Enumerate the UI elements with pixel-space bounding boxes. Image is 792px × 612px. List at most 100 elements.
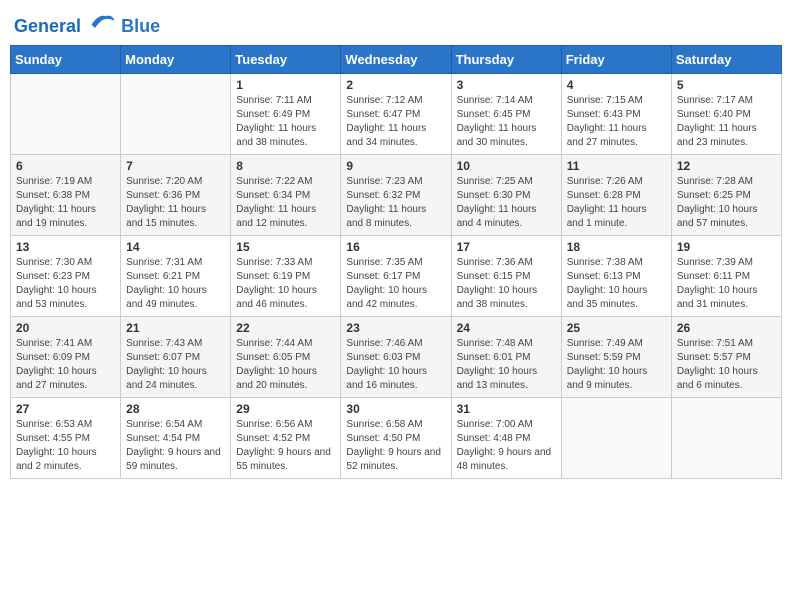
calendar-day-cell: 12 Sunrise: 7:28 AM Sunset: 6:25 PM Dayli… [671,155,781,236]
calendar-day-cell: 1Sunrise: 7:11 AM Sunset: 6:49 PM Daylig… [231,74,341,155]
day-detail: Sunrise: 7:51 AM Sunset: 5:57 PM Dayligh… [677,337,776,393]
calendar-day-cell: 20 Sunrise: 7:41 AM Sunset: 6:09 PM Dayli… [11,317,121,398]
logo-general: General [14,16,81,36]
day-number: 7 [126,159,225,173]
day-number: 30 [346,402,445,416]
logo: General Blue [14,10,160,37]
logo-text: General Blue [14,10,160,37]
day-number: 9 [346,159,445,173]
day-detail: Sunrise: 7:25 AM Sunset: 6:30 PM Dayligh… [457,175,556,231]
calendar-day-cell: 13 Sunrise: 7:30 AM Sunset: 6:23 PM Dayli… [11,236,121,317]
calendar-day-cell: 25 Sunrise: 7:49 AM Sunset: 5:59 PM Dayli… [561,317,671,398]
calendar-day-cell [11,74,121,155]
calendar-day-cell: 15Sunrise: 7:33 AM Sunset: 6:19 PM Dayli… [231,236,341,317]
calendar-week-row: 13 Sunrise: 7:30 AM Sunset: 6:23 PM Dayli… [11,236,782,317]
calendar-day-cell: 4 Sunrise: 7:15 AM Sunset: 6:43 PM Daylig… [561,74,671,155]
day-detail: Sunrise: 7:00 AM Sunset: 4:48 PM Dayligh… [457,418,556,474]
day-number: 27 [16,402,115,416]
calendar-day-cell: 3 Sunrise: 7:14 AM Sunset: 6:45 PM Daylig… [451,74,561,155]
calendar-weekday-header: Saturday [671,46,781,74]
day-detail: Sunrise: 7:31 AM Sunset: 6:21 PM Dayligh… [126,256,225,312]
day-number: 14 [126,240,225,254]
day-detail: Sunrise: 7:36 AM Sunset: 6:15 PM Dayligh… [457,256,556,312]
day-number: 17 [457,240,556,254]
calendar-day-cell [121,74,231,155]
calendar-day-cell: 6 Sunrise: 7:19 AM Sunset: 6:38 PM Daylig… [11,155,121,236]
day-detail: Sunrise: 6:53 AM Sunset: 4:55 PM Dayligh… [16,418,115,474]
calendar-day-cell: 27 Sunrise: 6:53 AM Sunset: 4:55 PM Dayli… [11,398,121,479]
day-detail: Sunrise: 6:54 AM Sunset: 4:54 PM Dayligh… [126,418,225,474]
calendar-day-cell [561,398,671,479]
day-detail: Sunrise: 7:49 AM Sunset: 5:59 PM Dayligh… [567,337,666,393]
calendar-day-cell [671,398,781,479]
day-number: 3 [457,78,556,92]
day-detail: Sunrise: 7:41 AM Sunset: 6:09 PM Dayligh… [16,337,115,393]
day-detail: Sunrise: 7:19 AM Sunset: 6:38 PM Dayligh… [16,175,115,231]
calendar-weekday-header: Thursday [451,46,561,74]
calendar-day-cell: 22 Sunrise: 7:44 AM Sunset: 6:05 PM Dayli… [231,317,341,398]
calendar-day-cell: 5Sunrise: 7:17 AM Sunset: 6:40 PM Daylig… [671,74,781,155]
calendar-week-row: 6 Sunrise: 7:19 AM Sunset: 6:38 PM Daylig… [11,155,782,236]
calendar-day-cell: 18Sunrise: 7:38 AM Sunset: 6:13 PM Dayli… [561,236,671,317]
day-detail: Sunrise: 7:30 AM Sunset: 6:23 PM Dayligh… [16,256,115,312]
calendar-day-cell: 26 Sunrise: 7:51 AM Sunset: 5:57 PM Dayli… [671,317,781,398]
day-number: 12 [677,159,776,173]
day-detail: Sunrise: 7:39 AM Sunset: 6:11 PM Dayligh… [677,256,776,312]
calendar-day-cell: 16 Sunrise: 7:35 AM Sunset: 6:17 PM Dayli… [341,236,451,317]
calendar-day-cell: 19 Sunrise: 7:39 AM Sunset: 6:11 PM Dayli… [671,236,781,317]
calendar-week-row: 1Sunrise: 7:11 AM Sunset: 6:49 PM Daylig… [11,74,782,155]
calendar-day-cell: 28 Sunrise: 6:54 AM Sunset: 4:54 PM Dayli… [121,398,231,479]
calendar-day-cell: 11 Sunrise: 7:26 AM Sunset: 6:28 PM Dayli… [561,155,671,236]
logo-blue: Blue [121,16,160,36]
day-detail: Sunrise: 7:26 AM Sunset: 6:28 PM Dayligh… [567,175,666,231]
day-detail: Sunrise: 7:43 AM Sunset: 6:07 PM Dayligh… [126,337,225,393]
calendar-weekday-header: Monday [121,46,231,74]
day-detail: Sunrise: 7:28 AM Sunset: 6:25 PM Dayligh… [677,175,776,231]
calendar-day-cell: 10 Sunrise: 7:25 AM Sunset: 6:30 PM Dayli… [451,155,561,236]
day-number: 20 [16,321,115,335]
day-number: 25 [567,321,666,335]
day-detail: Sunrise: 7:44 AM Sunset: 6:05 PM Dayligh… [236,337,335,393]
day-number: 6 [16,159,115,173]
day-detail: Sunrise: 6:58 AM Sunset: 4:50 PM Dayligh… [346,418,445,474]
day-number: 5 [677,78,776,92]
calendar-table: SundayMondayTuesdayWednesdayThursdayFrid… [10,45,782,479]
calendar-day-cell: 9 Sunrise: 7:23 AM Sunset: 6:32 PM Daylig… [341,155,451,236]
day-number: 11 [567,159,666,173]
day-detail: Sunrise: 7:14 AM Sunset: 6:45 PM Dayligh… [457,94,556,150]
day-number: 19 [677,240,776,254]
calendar-day-cell: 17 Sunrise: 7:36 AM Sunset: 6:15 PM Dayli… [451,236,561,317]
day-number: 15 [236,240,335,254]
day-number: 26 [677,321,776,335]
day-detail: Sunrise: 7:15 AM Sunset: 6:43 PM Dayligh… [567,94,666,150]
calendar-day-cell: 14 Sunrise: 7:31 AM Sunset: 6:21 PM Dayli… [121,236,231,317]
day-number: 10 [457,159,556,173]
calendar-header-row: SundayMondayTuesdayWednesdayThursdayFrid… [11,46,782,74]
day-number: 23 [346,321,445,335]
day-number: 16 [346,240,445,254]
calendar-week-row: 27 Sunrise: 6:53 AM Sunset: 4:55 PM Dayli… [11,398,782,479]
day-number: 8 [236,159,335,173]
day-number: 1 [236,78,335,92]
calendar-day-cell: 31Sunrise: 7:00 AM Sunset: 4:48 PM Dayli… [451,398,561,479]
calendar-week-row: 20 Sunrise: 7:41 AM Sunset: 6:09 PM Dayli… [11,317,782,398]
calendar-weekday-header: Tuesday [231,46,341,74]
day-detail: Sunrise: 7:46 AM Sunset: 6:03 PM Dayligh… [346,337,445,393]
calendar-weekday-header: Friday [561,46,671,74]
day-number: 13 [16,240,115,254]
day-number: 22 [236,321,335,335]
calendar-weekday-header: Sunday [11,46,121,74]
day-detail: Sunrise: 7:23 AM Sunset: 6:32 PM Dayligh… [346,175,445,231]
day-detail: Sunrise: 7:22 AM Sunset: 6:34 PM Dayligh… [236,175,335,231]
day-detail: Sunrise: 7:12 AM Sunset: 6:47 PM Dayligh… [346,94,445,150]
day-number: 28 [126,402,225,416]
logo-bird-icon [88,10,116,32]
day-number: 4 [567,78,666,92]
day-detail: Sunrise: 7:20 AM Sunset: 6:36 PM Dayligh… [126,175,225,231]
day-detail: Sunrise: 6:56 AM Sunset: 4:52 PM Dayligh… [236,418,335,474]
day-detail: Sunrise: 7:38 AM Sunset: 6:13 PM Dayligh… [567,256,666,312]
calendar-day-cell: 23 Sunrise: 7:46 AM Sunset: 6:03 PM Dayli… [341,317,451,398]
calendar-day-cell: 24Sunrise: 7:48 AM Sunset: 6:01 PM Dayli… [451,317,561,398]
day-number: 21 [126,321,225,335]
day-detail: Sunrise: 7:35 AM Sunset: 6:17 PM Dayligh… [346,256,445,312]
